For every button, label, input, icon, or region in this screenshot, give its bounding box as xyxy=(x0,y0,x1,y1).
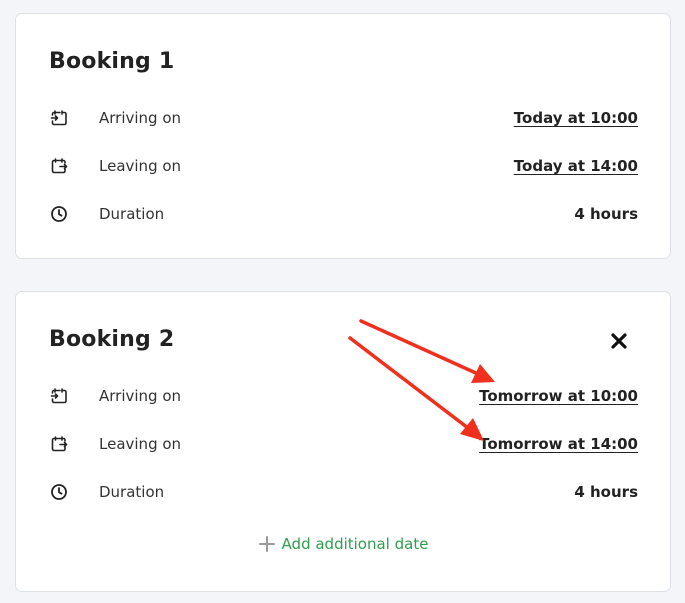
booking-card-1: Booking 1 Arriving on Today at 10:00 Lea… xyxy=(15,13,671,259)
leaving-row: Leaving on Today at 14:00 xyxy=(49,154,638,178)
duration-label: Duration xyxy=(99,483,165,501)
duration-value: 4 hours xyxy=(574,483,638,501)
arriving-row: Arriving on Today at 10:00 xyxy=(49,106,638,130)
leaving-row: Leaving on Tomorrow at 14:00 xyxy=(49,432,638,456)
leaving-value-link[interactable]: Today at 14:00 xyxy=(514,157,638,175)
calendar-arrive-icon xyxy=(49,386,69,406)
arriving-label: Arriving on xyxy=(99,109,182,127)
close-icon[interactable] xyxy=(608,330,630,352)
calendar-leave-icon xyxy=(49,156,69,176)
booking-title: Booking 1 xyxy=(49,49,175,74)
clock-icon xyxy=(49,482,69,502)
clock-icon xyxy=(49,204,69,224)
duration-label: Duration xyxy=(99,205,165,223)
plus-icon xyxy=(258,535,276,553)
add-additional-date-button[interactable]: Add additional date xyxy=(16,535,670,553)
page: Booking 1 Arriving on Today at 10:00 Lea… xyxy=(0,0,685,603)
leaving-value-link[interactable]: Tomorrow at 14:00 xyxy=(479,435,638,453)
arriving-label: Arriving on xyxy=(99,387,182,405)
booking-card-2: Booking 2 Arriving on Tomorrow at 10:00 xyxy=(15,291,671,592)
duration-row: Duration 4 hours xyxy=(49,480,638,504)
arriving-value-link[interactable]: Today at 10:00 xyxy=(514,109,638,127)
duration-row: Duration 4 hours xyxy=(49,202,638,226)
calendar-arrive-icon xyxy=(49,108,69,128)
arriving-row: Arriving on Tomorrow at 10:00 xyxy=(49,384,638,408)
booking-title: Booking 2 xyxy=(49,327,175,352)
leaving-label: Leaving on xyxy=(99,435,182,453)
calendar-leave-icon xyxy=(49,434,69,454)
arriving-value-link[interactable]: Tomorrow at 10:00 xyxy=(479,387,638,405)
leaving-label: Leaving on xyxy=(99,157,182,175)
duration-value: 4 hours xyxy=(574,205,638,223)
add-date-label: Add additional date xyxy=(281,535,429,553)
